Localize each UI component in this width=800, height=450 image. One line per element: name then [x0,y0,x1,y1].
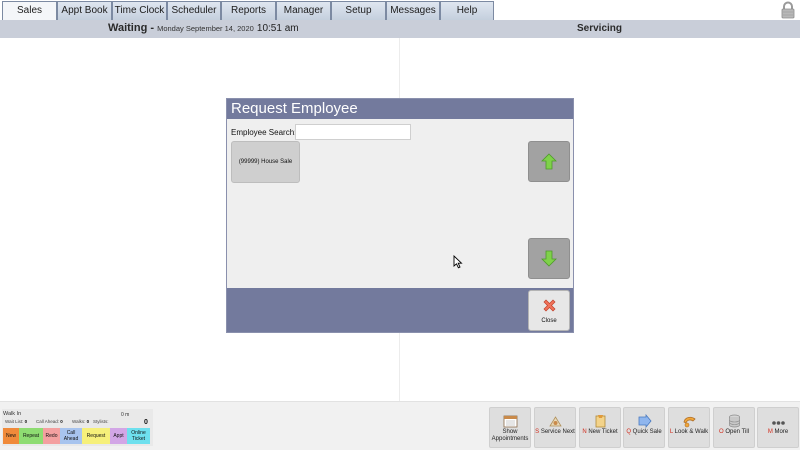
wait-minutes: 0 m [121,412,130,418]
mouse-cursor-icon [453,255,463,269]
service-next-icon [549,416,562,427]
show-appointments-label: Show Appointments [491,429,529,442]
chip-online-ticket[interactable]: Online Ticket [127,428,150,444]
new-ticket-label: N New Ticket [582,429,618,435]
stylists-label: Stylists: [93,419,109,424]
chip-call-ahead[interactable]: Call Ahead [60,428,82,444]
waiting-header: Waiting - Monday September 14, 2020 10:5… [108,22,299,34]
quick-sale-icon [638,414,652,428]
request-employee-dialog: Request Employee Employee Search: (99999… [226,98,574,333]
close-icon [543,299,556,312]
chip-appt[interactable]: Appt [110,428,127,444]
servicing-header: Servicing [577,23,623,34]
dialog-title: Request Employee [231,100,358,117]
new-ticket-icon [595,415,606,428]
close-button[interactable]: Close [528,290,570,331]
coins-icon [729,414,740,428]
tab-manager[interactable]: Manager [276,1,331,20]
call-ahead-stat: Call Ahead: 0 [36,419,63,424]
employee-search-input[interactable] [295,124,411,140]
call-ahead-count: 0 [60,419,63,424]
service-next-label: S Service Next [535,429,575,435]
waiting-label: Waiting - [108,22,155,34]
new-ticket-button[interactable]: N New Ticket [579,407,621,448]
quick-sale-button[interactable]: Q Quick Sale [623,407,665,448]
employee-button-house-sale[interactable]: (99999) House Sale [231,141,300,183]
close-label: Close [541,318,557,324]
stylists-stat: Stylists: [93,419,109,424]
tab-sales[interactable]: Sales [2,1,57,20]
tab-reports[interactable]: Reports [221,1,276,20]
walk-in-label: Walk In [3,411,22,417]
walks-stat: Walks: 0 [72,419,89,424]
chip-new[interactable]: New [3,428,19,444]
more-button[interactable]: M More [757,407,799,448]
arrow-down-icon [541,250,557,267]
wait-list-count: 0 [24,419,28,424]
calendar-icon [503,415,518,428]
more-label: M More [767,429,789,435]
top-tab-bar: Sales Appt Book Time Clock Scheduler Rep… [0,0,800,20]
current-date: Monday September 14, 2020 [157,24,254,33]
look-walk-icon [683,416,696,428]
wait-list-label: Wait List: [5,419,24,424]
lock-icon[interactable] [779,1,797,19]
scroll-up-button[interactable] [528,141,570,182]
show-appointments-button[interactable]: Show Appointments [489,407,531,448]
current-time: 10:51 am [256,23,299,34]
walks-label: Walks: [72,419,86,424]
chip-request[interactable]: Request [82,428,110,444]
call-ahead-label: Call Ahead: [36,419,60,424]
tab-time-clock[interactable]: Time Clock [112,1,167,20]
open-till-label: O Open Till [718,429,750,435]
tab-scheduler[interactable]: Scheduler [167,1,221,20]
employee-search-label: Employee Search: [231,128,297,137]
tab-setup[interactable]: Setup [331,1,386,20]
open-till-button[interactable]: O Open Till [713,407,755,448]
look-walk-label: L Look & Walk [669,429,709,435]
chip-repeat[interactable]: Repeat [19,428,43,444]
tab-appt-book[interactable]: Appt Book [57,1,112,20]
tab-help[interactable]: Help [440,1,494,20]
quick-sale-label: Q Quick Sale [626,429,662,435]
tab-messages[interactable]: Messages [386,1,440,20]
service-next-button[interactable]: S Service Next [534,407,576,448]
wait-list-stat: Wait List: 0 [5,419,27,424]
scroll-down-button[interactable] [528,238,570,279]
walk-in-count: 0 [144,419,148,426]
chip-redo[interactable]: Redo [43,428,60,444]
walks-count: 0 [86,419,90,424]
arrow-up-icon [541,153,557,170]
look-walk-button[interactable]: L Look & Walk [668,407,710,448]
dialog-footer [227,288,573,332]
dialog-header: Request Employee [227,99,573,119]
more-icon [772,421,785,425]
